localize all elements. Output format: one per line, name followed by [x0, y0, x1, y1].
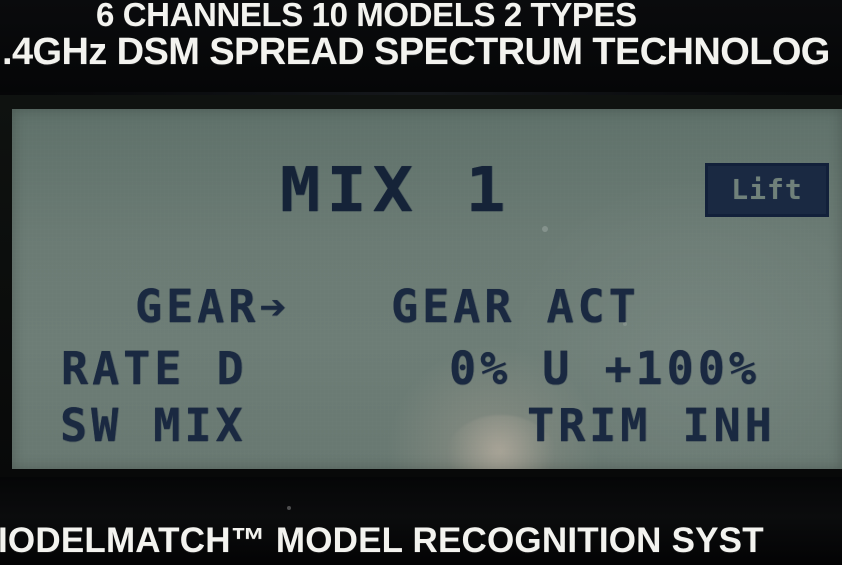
header-line-1: 6 CHANNELS 10 MODELS 2 TYPES: [96, 0, 637, 33]
bezel-dust-dot: [287, 506, 291, 510]
lcd-badge: Lift: [705, 163, 829, 217]
footer-line: IODELMATCH™ MODEL RECOGNITION SYST: [0, 521, 764, 560]
screen-bezel: MIX 1 Lift GEAR➔ GEAR ACT RATE D 0% U +1…: [0, 95, 842, 477]
header-line-2: .4GHz DSM SPREAD SPECTRUM TECHNOLOG: [2, 31, 830, 73]
transmitter-photo: 6 CHANNELS 10 MODELS 2 TYPES .4GHz DSM S…: [0, 0, 842, 565]
lcd-row-2-left: RATE D: [61, 342, 248, 395]
lcd-row-1-left: GEAR➔: [135, 280, 291, 333]
lcd-screen: MIX 1 Lift GEAR➔ GEAR ACT RATE D 0% U +1…: [12, 109, 842, 469]
lcd-row-3-left: SW MIX: [60, 399, 247, 452]
lcd-row-3-right: TRIM INH: [527, 399, 776, 452]
lcd-row-2-right: 0% U +100%: [449, 342, 760, 395]
screen-glare-dot: [542, 226, 548, 232]
lcd-title: MIX 1: [280, 154, 512, 226]
lcd-row-1-right: GEAR ACT: [391, 280, 640, 333]
